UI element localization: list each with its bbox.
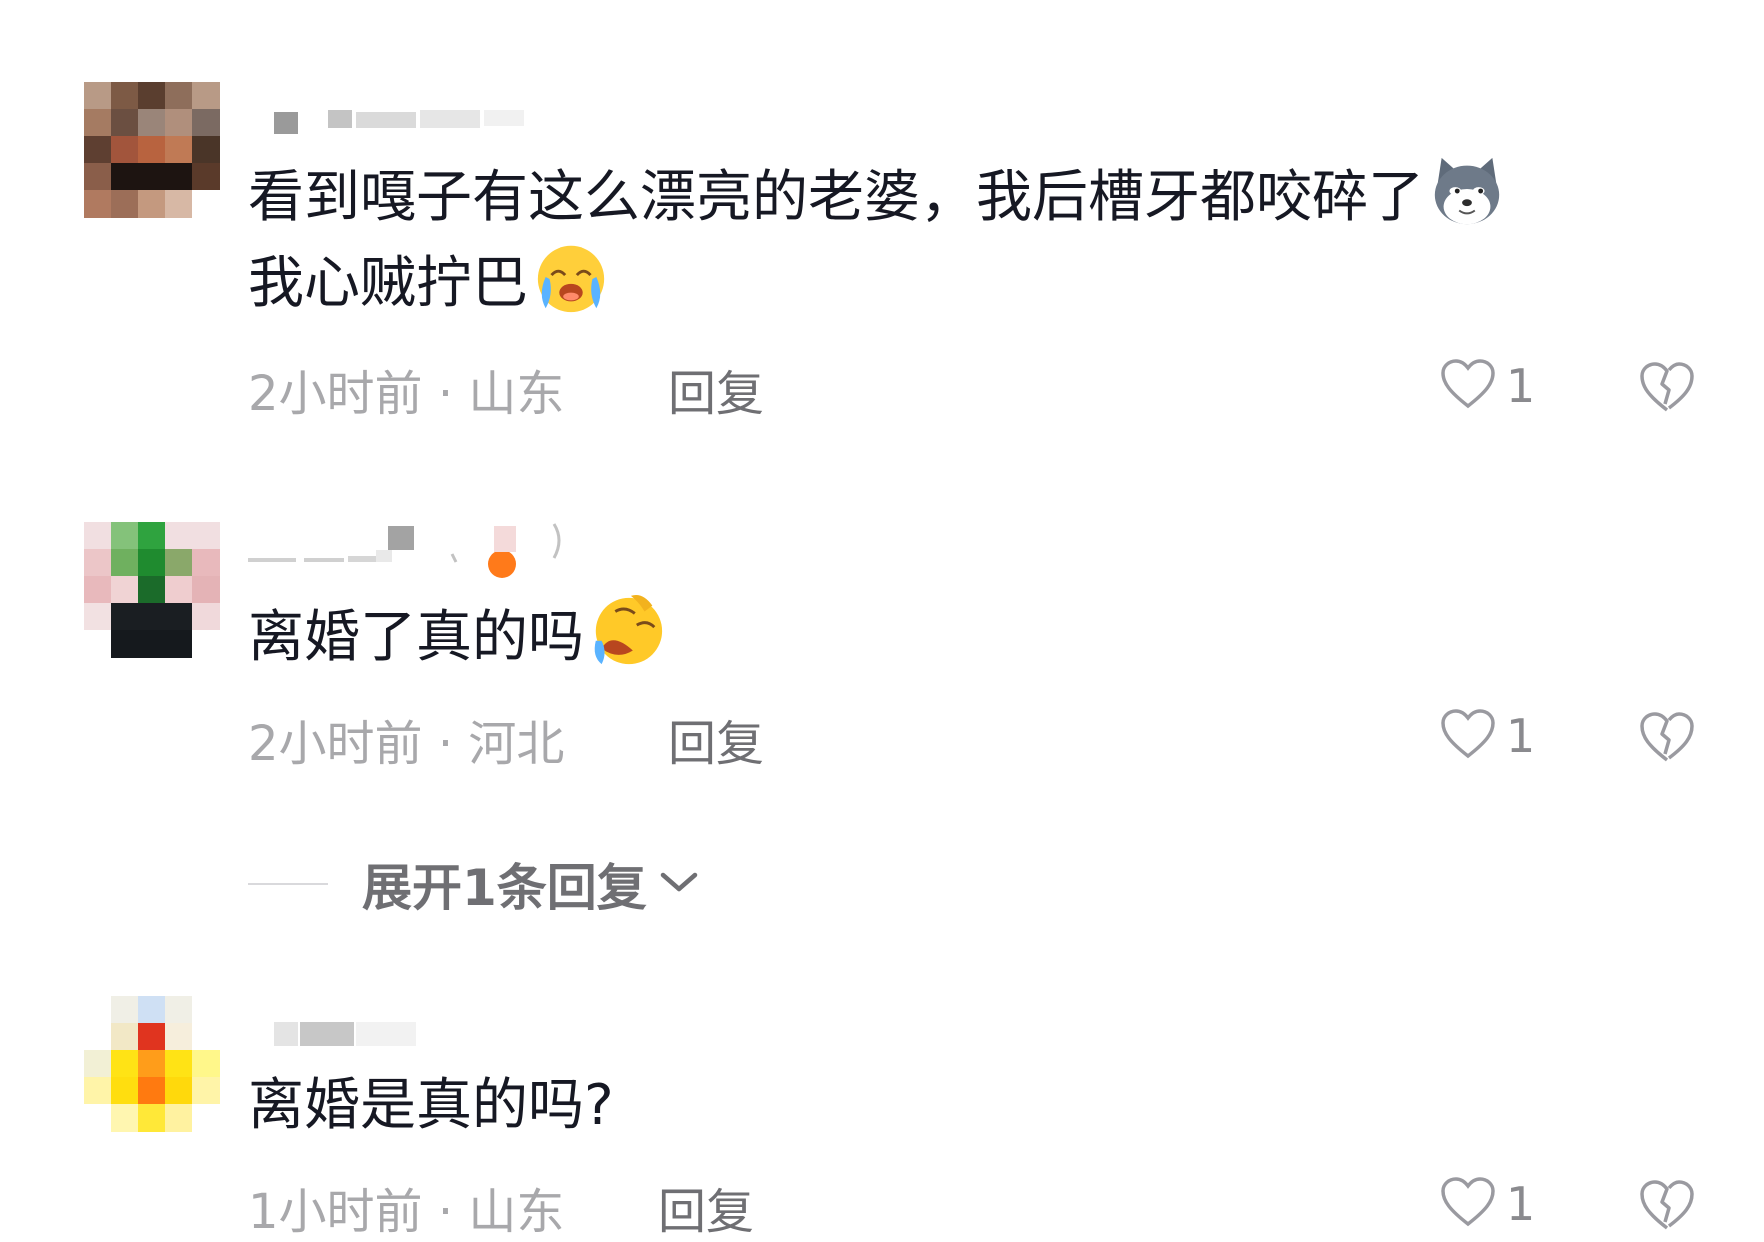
reply-button[interactable]: 回复 [668,704,764,774]
avatar[interactable] [84,996,220,1132]
comment-region: 山东 [468,1184,565,1240]
avatar[interactable] [84,82,220,218]
username-blurred[interactable] [248,520,588,578]
like-count: 1 [1506,709,1536,763]
meta-separator: · [437,366,469,422]
like-count: 1 [1506,1177,1536,1231]
reply-button[interactable]: 回复 [668,354,764,424]
expand-replies-button[interactable]: 展开1条回复 [248,848,701,920]
comment-text: 离婚是真的吗? [248,1062,614,1150]
dislike-button[interactable] [1638,1178,1696,1236]
heart-outline-icon [1440,1176,1496,1232]
like-button[interactable]: 1 [1440,708,1535,764]
comment-text-line-2-text: 我心贼拧巴 [248,251,528,316]
rolling-laugh-emoji [588,592,666,670]
reply-button[interactable]: 回复 [658,1172,754,1242]
broken-heart-icon [1638,362,1696,418]
comment-time: 2小时前 [248,716,423,772]
dislike-button[interactable] [1638,710,1696,768]
comment-time: 1小时前 [248,1184,423,1240]
like-button[interactable]: 1 [1440,358,1535,414]
heart-outline-icon [1440,708,1496,764]
username-blurred[interactable] [248,98,548,134]
comment-region: 河北 [468,716,565,772]
heart-outline-icon [1440,358,1496,414]
like-button[interactable]: 1 [1440,1176,1535,1232]
comment-text-line-1: 看到嘎子有这么漂亮的老婆，我后槽牙都咬碎了 [248,165,1424,230]
expand-replies-label: 展开1条回复 [362,859,647,917]
comment-text-line-1: 离婚是真的吗? [248,1073,614,1138]
comment-meta: 1小时前 · 山东 [248,1172,564,1242]
username-blurred[interactable] [248,1016,448,1052]
meta-separator: · [437,716,469,772]
like-count: 1 [1506,359,1536,413]
comment-region: 山东 [468,366,565,422]
broken-heart-icon [1638,712,1696,768]
crying-laugh-emoji [532,238,610,316]
comment-text-line-1: 离婚了真的吗 [248,605,584,670]
expand-divider [248,883,328,885]
comment-text: 离婚了真的吗 [248,592,666,682]
comment-text: 看到嘎子有这么漂亮的老婆，我后槽牙都咬碎了 [248,152,1506,242]
comment-meta: 2小时前 · 山东 [248,354,564,424]
comment-meta: 2小时前 · 河北 [248,704,564,774]
comment-time: 2小时前 [248,366,423,422]
meta-separator: · [437,1184,469,1240]
doge-dog-emoji [1428,152,1506,230]
avatar[interactable] [84,522,220,658]
broken-heart-icon [1638,1180,1696,1236]
chevron-down-icon [657,867,701,901]
comment-text-line-2: 我心贼拧巴 [248,238,610,328]
dislike-button[interactable] [1638,360,1696,418]
